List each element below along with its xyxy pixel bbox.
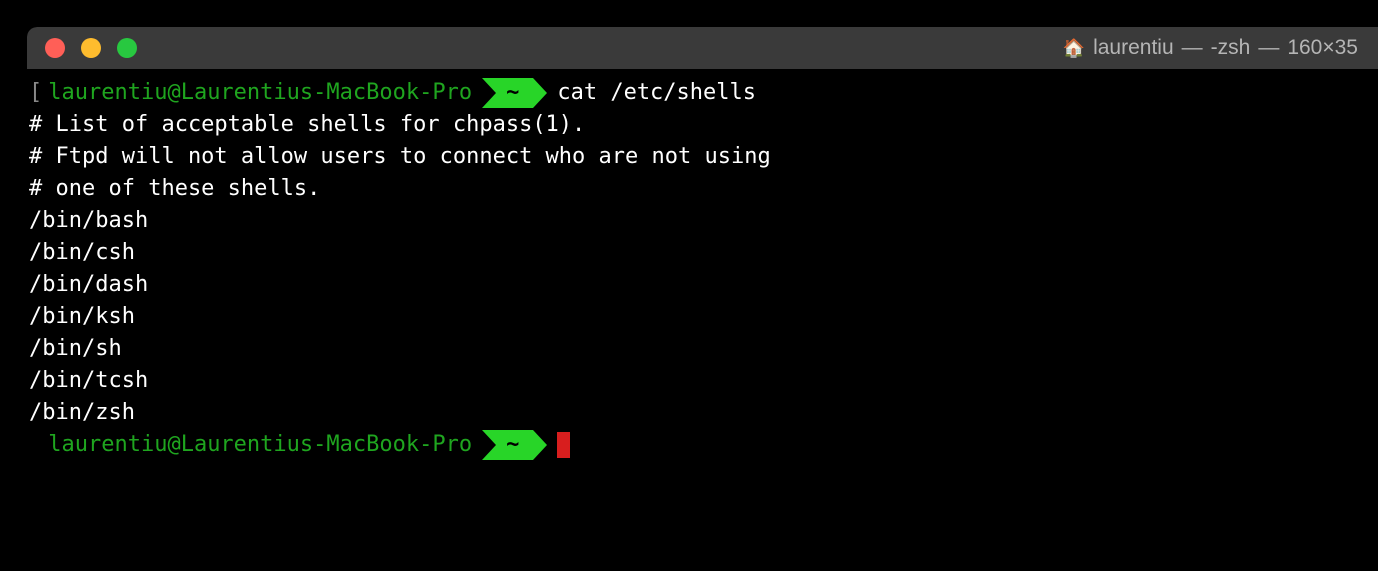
title-sep2: — <box>1258 36 1279 60</box>
prompt-user-host: laurentiu@Laurentius-MacBook-Pro <box>42 429 472 461</box>
traffic-lights <box>45 38 137 58</box>
output-line: /bin/dash <box>27 269 148 301</box>
segment-arrow-out-icon <box>533 430 547 460</box>
prompt-user-host: laurentiu@Laurentius-MacBook-Pro <box>42 77 472 109</box>
close-button[interactable] <box>45 38 65 58</box>
titlebar: 🏠 laurentiu — -zsh — 160×35 <box>27 27 1378 69</box>
output-line: /bin/sh <box>27 333 122 365</box>
prompt-bracket: [ <box>27 77 42 109</box>
minimize-button[interactable] <box>81 38 101 58</box>
output-line: /bin/ksh <box>27 301 135 333</box>
segment-arrow-in-icon <box>482 78 496 108</box>
cursor[interactable] <box>557 432 570 458</box>
output-line: /bin/csh <box>27 237 135 269</box>
command-text: cat /etc/shells <box>547 77 756 109</box>
output-line: /bin/bash <box>27 205 148 237</box>
maximize-button[interactable] <box>117 38 137 58</box>
output-line: # List of acceptable shells for chpass(1… <box>27 109 585 141</box>
segment-arrow-out-icon <box>533 78 547 108</box>
terminal-body[interactable]: [ laurentiu@Laurentius-MacBook-Pro ~ cat… <box>27 69 1378 461</box>
title-user: laurentiu <box>1093 36 1174 60</box>
title-sep1: — <box>1182 36 1203 60</box>
prompt-indent <box>27 429 42 461</box>
prompt-segment: ~ <box>482 430 547 460</box>
output-line: # Ftpd will not allow users to connect w… <box>27 141 771 173</box>
output-line: # one of these shells. <box>27 173 320 205</box>
output-line: /bin/tcsh <box>27 365 148 397</box>
title-dims: 160×35 <box>1287 36 1358 60</box>
prompt-segment: ~ <box>482 78 547 108</box>
prompt-line-1: [ laurentiu@Laurentius-MacBook-Pro ~ cat… <box>27 77 1378 109</box>
segment-arrow-in-icon <box>482 430 496 460</box>
prompt-line-2: laurentiu@Laurentius-MacBook-Pro ~ <box>27 429 1378 461</box>
title-shell: -zsh <box>1211 36 1251 60</box>
window-title: 🏠 laurentiu — -zsh — 160×35 <box>1063 36 1358 60</box>
home-icon: 🏠 <box>1063 38 1085 59</box>
output-line: /bin/zsh <box>27 397 135 429</box>
terminal-window: 🏠 laurentiu — -zsh — 160×35 [ laurentiu@… <box>27 27 1378 571</box>
